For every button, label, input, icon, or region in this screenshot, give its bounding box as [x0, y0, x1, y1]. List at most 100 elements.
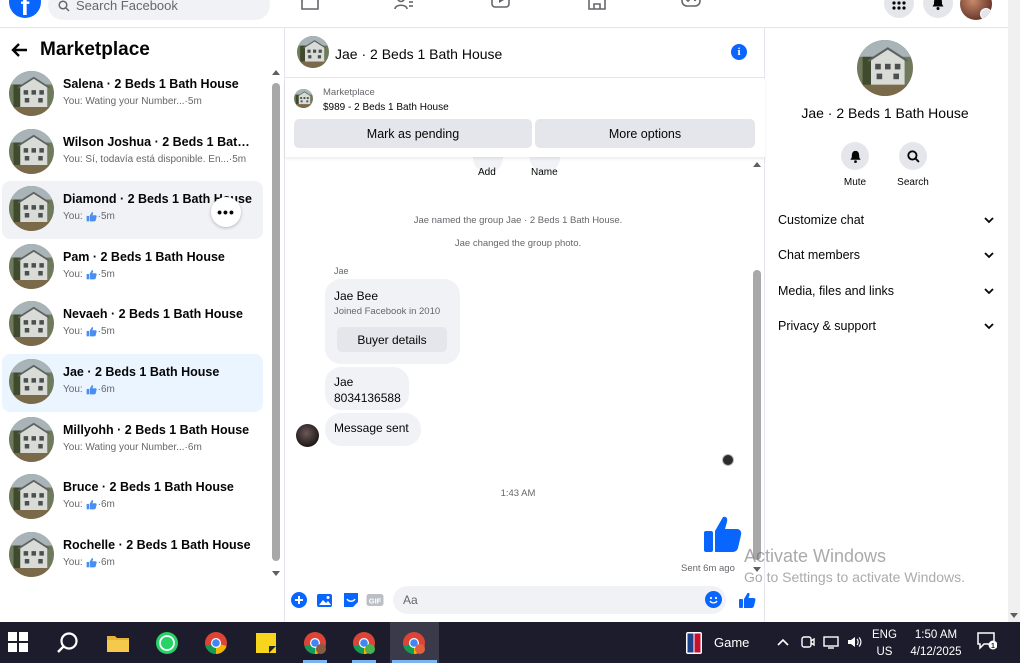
chrome-profile-icon[interactable]	[302, 630, 328, 656]
conversation-item[interactable]: Jae · 2 Beds 1 Bath House You: · 6m	[2, 353, 263, 412]
more-options-button[interactable]: More options	[535, 119, 755, 148]
nba-icon[interactable]	[686, 632, 702, 654]
thumbs-up-icon	[86, 557, 97, 568]
windows-start-icon[interactable]	[8, 632, 28, 652]
add-label[interactable]: Add	[478, 167, 496, 178]
volume-icon[interactable]	[846, 634, 862, 650]
chrome-profile-icon[interactable]	[401, 630, 427, 656]
listing-thumbnail[interactable]	[294, 89, 313, 108]
conversation-item[interactable]: Wilson Joshua · 2 Beds 1 Bath H... You: S…	[2, 124, 263, 182]
menu-grid-button[interactable]	[884, 0, 914, 18]
bell-icon	[932, 0, 944, 10]
more-options-icon[interactable]: •••	[211, 197, 241, 228]
house-photo	[297, 36, 329, 68]
language-code: ENG	[872, 629, 897, 641]
file-explorer-icon[interactable]	[105, 630, 131, 656]
meet-now-icon[interactable]	[800, 634, 816, 650]
conversation-preview: You: Wating your Number... · 6m	[63, 442, 202, 453]
conversation-item[interactable]: Millyohh · 2 Beds 1 Bath House You: Watin…	[2, 412, 263, 470]
video-icon[interactable]	[491, 0, 511, 12]
system-clock[interactable]: 1:50 AM 4/12/2025	[906, 627, 966, 661]
listing-thumbnail	[9, 71, 54, 116]
clock-time: 1:50 AM	[914, 629, 958, 641]
conversation-item[interactable]: Nevaeh · 2 Beds 1 Bath House You: · 5m	[2, 296, 263, 354]
photo-icon[interactable]	[316, 591, 334, 609]
info-icon[interactable]: i	[731, 44, 747, 60]
scrollbar-thumb[interactable]	[272, 83, 280, 561]
marketplace-icon[interactable]	[587, 0, 607, 12]
friends-icon[interactable]	[394, 0, 414, 12]
mute-label: Mute	[843, 177, 867, 188]
emoji-icon[interactable]	[705, 591, 722, 608]
facebook-logo[interactable]: f	[9, 0, 41, 18]
home-icon[interactable]	[300, 0, 320, 12]
chat-title[interactable]: Jae · 2 Beds 1 Bath House	[335, 46, 502, 62]
message-thread-scrollbar[interactable]	[751, 158, 763, 572]
page-scrollbar[interactable]	[1008, 0, 1020, 622]
listing-title[interactable]: $989 - 2 Beds 1 Bath House	[323, 102, 449, 113]
sticker-icon[interactable]	[342, 591, 360, 609]
message-thread: Add Name Jae named the group Jae · 2 Bed…	[285, 157, 751, 585]
gif-icon[interactable]: GIF	[366, 591, 384, 609]
conversation-preview: You: · 5m	[63, 269, 115, 280]
region-code: US	[876, 646, 893, 658]
buyer-details-button[interactable]: Buyer details	[337, 327, 447, 352]
scroll-down-arrow[interactable]	[272, 571, 280, 576]
chevron-down-icon	[984, 323, 994, 330]
conversation-item[interactable]: Diamond · 2 Beds 1 Bath House You: · 5m ••…	[2, 181, 263, 239]
gif-label: GIF	[369, 596, 382, 605]
group-photo[interactable]	[857, 40, 913, 96]
preview-text: You:	[63, 499, 83, 511]
notifications-button[interactable]	[923, 0, 953, 18]
whatsapp-icon[interactable]	[154, 630, 180, 656]
name-label[interactable]: Name	[531, 167, 558, 178]
search-label: Search	[897, 177, 929, 188]
message-text: Jae	[334, 375, 354, 389]
input-language[interactable]: ENG US	[872, 627, 897, 661]
network-icon[interactable]	[823, 634, 839, 650]
customize-chat-item[interactable]: Customize chat	[778, 210, 994, 230]
preview-time: 6m	[187, 441, 202, 453]
mute-button[interactable]: Mute	[835, 142, 875, 188]
conversation-item[interactable]: Salena · 2 Beds 1 Bath House You: Wating …	[2, 66, 263, 124]
conversation-preview: You: · 5m	[63, 326, 115, 337]
mark-as-pending-button[interactable]: Mark as pending	[294, 119, 532, 148]
scrollbar-thumb[interactable]	[753, 270, 761, 560]
send-like-icon[interactable]	[738, 591, 756, 609]
thumbs-up-icon[interactable]	[701, 513, 743, 555]
gaming-icon[interactable]	[681, 0, 701, 12]
game-widget-label[interactable]: Game	[714, 635, 749, 650]
privacy-support-item[interactable]: Privacy & support	[778, 316, 994, 336]
scroll-down-arrow[interactable]	[1010, 613, 1018, 618]
scroll-up-arrow[interactable]	[753, 162, 761, 167]
chrome-icon[interactable]	[203, 630, 229, 656]
conversation-item[interactable]: Pam · 2 Beds 1 Bath House You: · 5m	[2, 239, 263, 297]
back-arrow-icon[interactable]	[10, 40, 30, 60]
notification-center-icon[interactable]: 1	[977, 632, 997, 650]
account-avatar[interactable]	[960, 0, 992, 20]
facebook-search-box[interactable]: Search Facebook	[48, 0, 270, 20]
message-input[interactable]	[393, 586, 726, 614]
conversation-title: Nevaeh · 2 Beds 1 Bath House	[63, 307, 243, 322]
message-bubble[interactable]: Jae 8034136588	[325, 367, 409, 410]
sticky-notes-icon[interactable]	[253, 630, 279, 656]
scroll-down-arrow[interactable]	[753, 567, 761, 572]
chrome-profile-icon[interactable]	[351, 630, 377, 656]
sent-status: Sent 6m ago	[681, 563, 735, 574]
search-icon[interactable]	[55, 630, 81, 656]
media-files-links-item[interactable]: Media, files and links	[778, 281, 994, 301]
preview-time: 5m	[232, 153, 247, 165]
plus-circle-icon[interactable]	[290, 591, 308, 609]
menu-item-label: Chat members	[778, 248, 860, 262]
scroll-up-arrow[interactable]	[272, 70, 280, 75]
conversation-list-scrollbar[interactable]	[270, 68, 282, 578]
chat-details-panel: Jae · 2 Beds 1 Bath House Mute Search Cu…	[766, 28, 1008, 622]
conversation-item[interactable]: Rochelle · 2 Beds 1 Bath House You: · 6m	[2, 527, 263, 585]
sender-avatar[interactable]	[296, 424, 319, 447]
chat-thumbnail[interactable]	[297, 36, 329, 68]
message-bubble[interactable]: Message sent	[325, 413, 421, 446]
conversation-item[interactable]: Bruce · 2 Beds 1 Bath House You: · 6m	[2, 469, 263, 527]
search-in-conversation-button[interactable]: Search	[893, 142, 933, 188]
chat-members-item[interactable]: Chat members	[778, 245, 994, 265]
chevron-up-icon[interactable]	[775, 634, 791, 650]
